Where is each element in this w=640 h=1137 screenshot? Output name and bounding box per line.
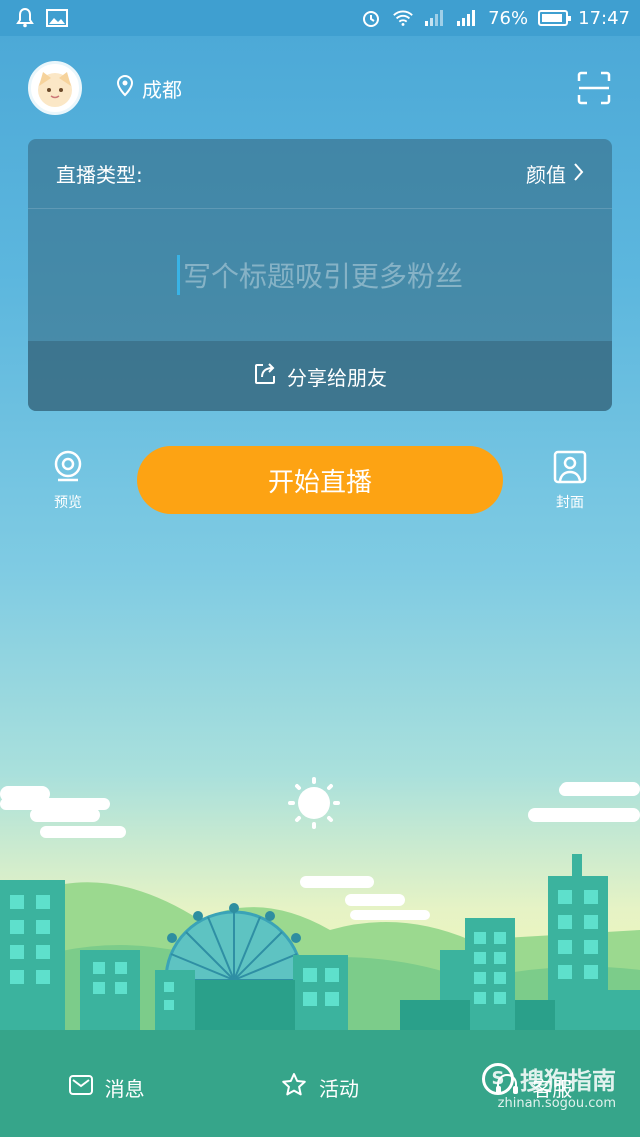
status-bar: 76% 17:47	[0, 0, 640, 36]
nav-label-messages: 消息	[104, 1076, 145, 1101]
watermark-url: zhinan.sogou.com	[497, 1096, 616, 1111]
live-settings-card: 直播类型: 颜值 写个标题吸引更多粉丝 分享给朋友	[28, 139, 612, 411]
signal-icon	[424, 7, 446, 29]
top-bar: 成都	[28, 60, 612, 116]
avatar[interactable]	[28, 61, 82, 115]
live-title-input[interactable]: 写个标题吸引更多粉丝	[28, 209, 612, 341]
clock: 17:47	[578, 7, 630, 29]
wifi-icon	[392, 7, 414, 29]
scan-icon[interactable]	[576, 70, 612, 106]
camera-icon	[51, 450, 85, 488]
portrait-icon	[553, 450, 587, 488]
battery-percent: 76%	[488, 7, 529, 29]
share-button[interactable]: 分享给朋友	[28, 341, 612, 411]
location-pin-icon	[116, 74, 134, 102]
nav-item-activities[interactable]: 活动	[213, 1072, 426, 1103]
notification-bell-icon	[14, 7, 36, 29]
nav-label-activities: 活动	[318, 1076, 359, 1101]
share-label: 分享给朋友	[287, 365, 387, 390]
sogou-logo-icon: S	[482, 1062, 514, 1095]
start-live-button[interactable]: 开始直播	[137, 446, 503, 514]
live-title-placeholder: 写个标题吸引更多粉丝	[182, 260, 463, 293]
share-icon	[253, 362, 277, 391]
mail-icon	[68, 1074, 93, 1100]
live-type-label: 直播类型:	[56, 163, 143, 187]
sun-icon	[288, 777, 340, 829]
live-type-row[interactable]: 直播类型: 颜值	[28, 139, 612, 209]
text-caret	[176, 255, 180, 295]
image-icon	[46, 7, 68, 29]
preview-label: 预览	[54, 495, 82, 511]
location[interactable]: 成都	[116, 74, 182, 103]
preview-button[interactable]: 预览	[38, 450, 98, 512]
cover-button[interactable]: 封面	[540, 450, 600, 512]
watermark: S 搜狗指南 zhinan.sogou.com	[482, 1061, 616, 1111]
battery-icon	[538, 10, 572, 26]
nav-item-messages[interactable]: 消息	[0, 1073, 213, 1102]
live-type-value: 颜值	[526, 163, 566, 187]
star-icon	[281, 1072, 307, 1103]
action-row: 预览 开始直播 封面	[0, 446, 640, 518]
signal-icon	[456, 7, 478, 29]
location-label: 成都	[142, 77, 182, 102]
cover-label: 封面	[556, 495, 584, 511]
watermark-brand: 搜狗指南	[520, 1067, 616, 1095]
chevron-right-icon	[574, 162, 584, 186]
alarm-icon	[360, 7, 382, 29]
